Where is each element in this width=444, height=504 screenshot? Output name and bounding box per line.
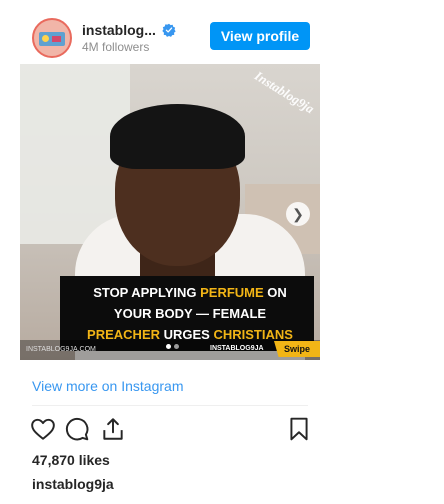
footer-divider (32, 405, 308, 406)
instagram-embed-card: instablog... 4M followers View profile I… (20, 0, 320, 504)
action-bar (20, 412, 320, 444)
media-handle-label: INSTABLOG9JA (210, 345, 264, 352)
post-owner-username[interactable]: instablog9ja (32, 476, 114, 492)
post-header: instablog... 4M followers View profile (20, 12, 320, 60)
avatar-logo-dot (42, 35, 49, 42)
view-profile-button[interactable]: View profile (210, 22, 310, 50)
caption-text: ON (263, 285, 287, 300)
carousel-next-button[interactable]: ❯ (286, 202, 310, 226)
profile-avatar[interactable] (32, 18, 72, 58)
bookmark-icon[interactable] (286, 416, 312, 442)
avatar-logo-block (52, 36, 61, 42)
post-media[interactable]: Instablog9ja ❯ STOP APPLYING PERFUME ON … (20, 64, 320, 360)
profile-username[interactable]: instablog... (82, 22, 156, 38)
carousel-dot (174, 344, 179, 349)
carousel-indicator (166, 344, 182, 350)
follower-count: 4M followers (82, 40, 150, 54)
like-count[interactable]: 47,870 likes (32, 452, 110, 468)
media-person-cap (110, 104, 245, 169)
caption-highlight: PERFUME (200, 285, 264, 300)
caption-text: STOP APPLYING (93, 285, 201, 300)
chevron-right-icon: ❯ (292, 205, 304, 222)
caption-text: YOUR BODY — FEMALE (113, 306, 267, 321)
carousel-dot-active (166, 344, 171, 349)
caption-line-1: STOP APPLYING PERFUME ON (70, 282, 310, 303)
verified-badge-icon (162, 23, 176, 37)
caption-line-2: YOUR BODY — FEMALE (70, 303, 310, 324)
view-more-link[interactable]: View more on Instagram (32, 378, 183, 394)
share-icon[interactable] (100, 416, 126, 442)
swipe-tag: Swipe (274, 341, 320, 357)
media-site-label: INSTABLOG9JA.COM (26, 346, 96, 353)
heart-icon[interactable] (30, 416, 56, 442)
comment-icon[interactable] (64, 416, 90, 442)
